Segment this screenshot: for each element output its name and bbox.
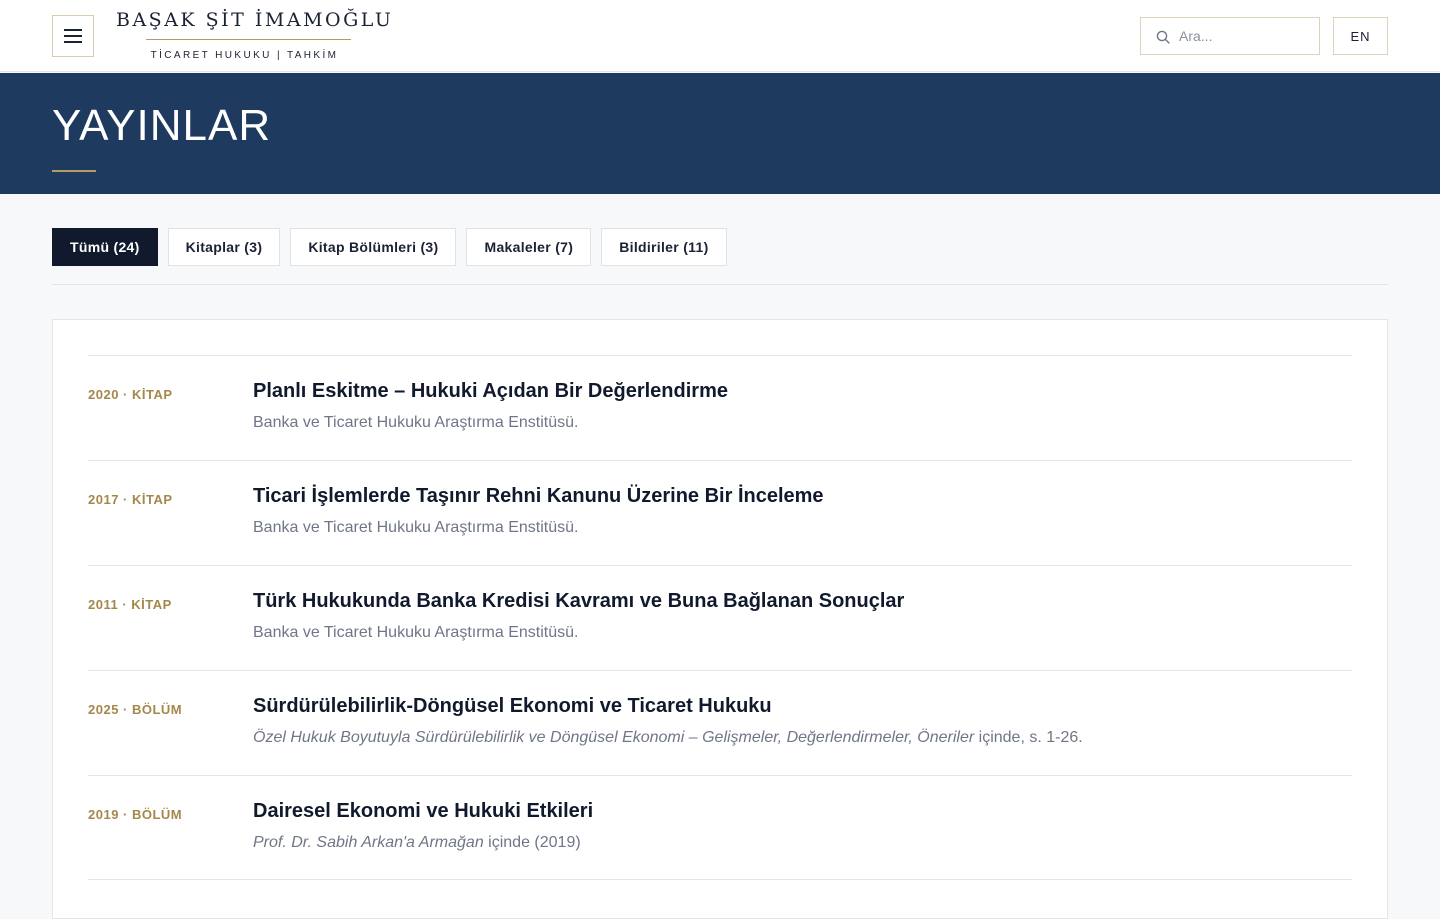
publication-year-type: 2025 · BÖLÜM bbox=[88, 702, 183, 717]
filter-tab-papers[interactable]: Bildiriler (11) bbox=[601, 228, 727, 266]
publication-year-type: 2020 · KİTAP bbox=[88, 387, 173, 402]
publication-title[interactable]: Türk Hukukunda Banka Kredisi Kavramı ve … bbox=[253, 590, 904, 613]
publication-source: Banka ve Ticaret Hukuku Araştırma Enstit… bbox=[253, 414, 578, 432]
publication-source-detail: Banka ve Ticaret Hukuku Araştırma Enstit… bbox=[253, 519, 579, 536]
publication-year-type: 2019 · BÖLÜM bbox=[88, 807, 183, 822]
search-input[interactable] bbox=[1179, 24, 1311, 48]
menu-button[interactable] bbox=[52, 15, 94, 57]
publication-source: Banka ve Ticaret Hukuku Araştırma Enstit… bbox=[253, 519, 578, 537]
logo-divider bbox=[146, 39, 351, 40]
filter-tab-all[interactable]: Tümü (24) bbox=[52, 228, 158, 266]
publication-source: Banka ve Ticaret Hukuku Araştırma Enstit… bbox=[253, 624, 578, 642]
filter-tab-books[interactable]: Kitaplar (3) bbox=[167, 228, 281, 266]
publication-title[interactable]: Ticari İşlemlerde Taşınır Rehni Kanunu Ü… bbox=[253, 485, 824, 508]
publication-source-work: Özel Hukuk Boyutuyla Sürdürülebilirlik v… bbox=[253, 729, 975, 746]
publication-item[interactable]: 2011 · KİTAP Türk Hukukunda Banka Kredisi… bbox=[88, 565, 1352, 670]
publication-title[interactable]: Planlı Eskitme – Hukuki Açıdan Bir Değer… bbox=[253, 380, 728, 403]
filter-tab-articles[interactable]: Makaleler (7) bbox=[466, 228, 592, 266]
page-title: YAYINLAR bbox=[52, 101, 272, 150]
search-icon bbox=[1156, 30, 1170, 44]
publication-source-detail: Banka ve Ticaret Hukuku Araştırma Enstit… bbox=[253, 414, 579, 431]
title-accent-line bbox=[52, 170, 96, 172]
publication-item[interactable]: 2017 · KİTAP Ticari İşlemlerde Taşınır Re… bbox=[88, 460, 1352, 565]
publication-source-detail: Banka ve Ticaret Hukuku Araştırma Enstit… bbox=[253, 624, 579, 641]
publication-list: 2020 · KİTAP Planlı Eskitme – Hukuki Açıd… bbox=[88, 355, 1352, 880]
hamburger-icon bbox=[64, 29, 82, 43]
site-logo[interactable]: BAŞAK ŞİT İMAMOĞLU TİCARET HUKUKU | TAHK… bbox=[116, 8, 391, 64]
language-switch-button[interactable]: EN bbox=[1333, 17, 1388, 55]
filter-tab-book-chapters[interactable]: Kitap Bölümleri (3) bbox=[290, 228, 457, 266]
publication-source-detail: içinde (2019) bbox=[483, 834, 581, 851]
publications-panel: 2020 · KİTAP Planlı Eskitme – Hukuki Açıd… bbox=[52, 319, 1388, 919]
publication-item[interactable]: 2025 · BÖLÜM Sürdürülebilirlik-Döngüsel E… bbox=[88, 670, 1352, 775]
publication-year-type: 2017 · KİTAP bbox=[88, 492, 173, 507]
publication-source-work: Prof. Dr. Sabih Arkan'a Armağan bbox=[253, 834, 484, 851]
tabs-divider bbox=[52, 284, 1388, 285]
publication-source-detail: içinde, s. 1-26. bbox=[974, 729, 1083, 746]
publication-item[interactable]: 2020 · KİTAP Planlı Eskitme – Hukuki Açıd… bbox=[88, 355, 1352, 460]
publication-source: Prof. Dr. Sabih Arkan'a Armağan içinde (… bbox=[253, 834, 581, 852]
publication-item[interactable]: 2019 · BÖLÜM Dairesel Ekonomi ve Hukuki E… bbox=[88, 775, 1352, 880]
publication-title[interactable]: Dairesel Ekonomi ve Hukuki Etkileri bbox=[253, 800, 593, 823]
logo-tagline: TİCARET HUKUKU | TAHKİM bbox=[150, 50, 339, 61]
filter-tabs: Tümü (24) Kitaplar (3) Kitap Bölümleri (3)… bbox=[52, 228, 727, 266]
publication-title[interactable]: Sürdürülebilirlik-Döngüsel Ekonomi ve Ti… bbox=[253, 695, 772, 718]
publication-year-type: 2011 · KİTAP bbox=[88, 597, 172, 612]
search-box bbox=[1140, 17, 1320, 55]
publication-source: Özel Hukuk Boyutuyla Sürdürülebilirlik v… bbox=[253, 729, 1083, 747]
page-hero: YAYINLAR bbox=[0, 73, 1440, 194]
logo-name: BAŞAK ŞİT İMAMOĞLU bbox=[116, 9, 394, 31]
site-header: BAŞAK ŞİT İMAMOĞLU TİCARET HUKUKU | TAHK… bbox=[0, 0, 1440, 72]
